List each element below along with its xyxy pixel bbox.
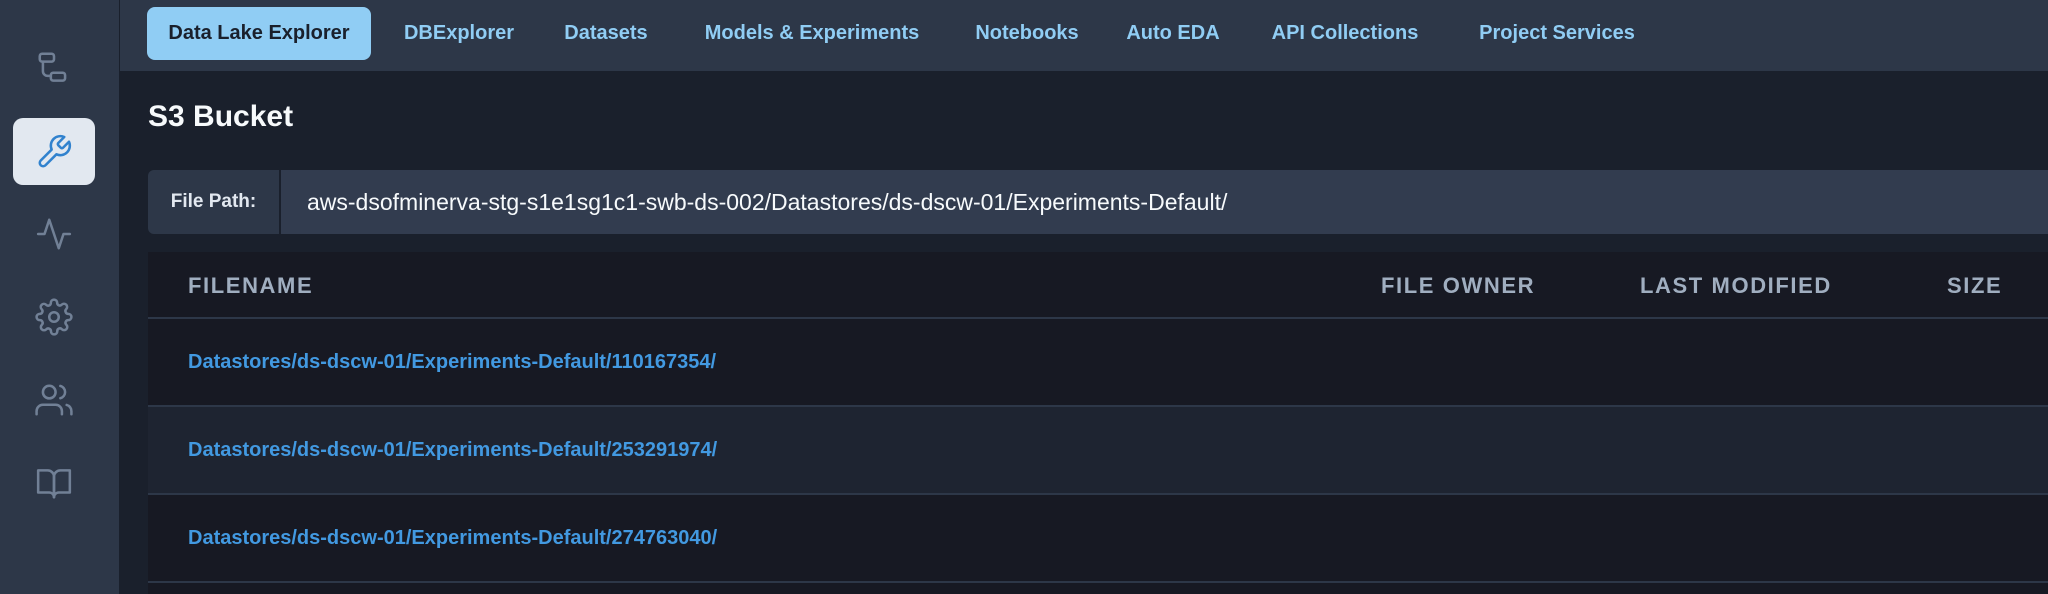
gear-icon [35, 297, 73, 336]
file-table: FILENAME FILE OWNER LAST MODIFIED SIZE D… [148, 252, 2048, 594]
main-content: S3 Bucket File Path: aws-dsofminerva-stg… [120, 72, 2048, 594]
file-path-label: File Path: [148, 170, 279, 234]
table-row[interactable]: Datastores/ds-dscw-01/Experiments-Defaul… [148, 407, 2048, 495]
tab-dbexplorer[interactable]: DBExplorer [388, 7, 530, 60]
app-window: Data Lake Explorer DBExplorer Datasets M… [0, 0, 2048, 594]
table-row[interactable]: Datastores/ds-dscw-01/Experiments-Defaul… [148, 495, 2048, 583]
tab-data-lake-explorer[interactable]: Data Lake Explorer [147, 7, 371, 60]
filename-link[interactable]: Datastores/ds-dscw-01/Experiments-Defaul… [188, 439, 717, 462]
column-header-filename[interactable]: FILENAME [188, 252, 313, 319]
rail-item-docs[interactable] [13, 449, 95, 516]
activity-icon [36, 217, 72, 250]
file-path-field[interactable]: aws-dsofminerva-stg-s1e1sg1c1-swb-ds-002… [281, 170, 2048, 234]
tab-notebooks[interactable]: Notebooks [956, 7, 1098, 60]
column-header-file-owner[interactable]: FILE OWNER [1381, 252, 1535, 319]
users-icon [35, 383, 73, 416]
rail-item-users[interactable] [13, 366, 95, 433]
rail-item-tools[interactable] [13, 118, 95, 185]
tab-auto-eda[interactable]: Auto EDA [1111, 7, 1235, 60]
rail-item-workflow[interactable] [13, 34, 95, 101]
filename-link[interactable]: Datastores/ds-dscw-01/Experiments-Defaul… [188, 351, 716, 374]
tab-models-experiments[interactable]: Models & Experiments [681, 7, 943, 60]
rail-item-activity[interactable] [13, 200, 95, 267]
column-header-last-modified[interactable]: LAST MODIFIED [1640, 252, 1832, 319]
rail-item-settings[interactable] [13, 283, 95, 350]
tab-api-collections[interactable]: API Collections [1248, 7, 1442, 60]
page-title: S3 Bucket [148, 100, 294, 133]
tab-datasets[interactable]: Datasets [544, 7, 668, 60]
workflow-icon [38, 51, 67, 82]
book-icon [36, 468, 72, 499]
table-header: FILENAME FILE OWNER LAST MODIFIED SIZE [148, 252, 2048, 319]
file-path-group: File Path: aws-dsofminerva-stg-s1e1sg1c1… [148, 170, 2048, 234]
table-row[interactable]: Datastores/ds-dscw-01/Experiments-Defaul… [148, 319, 2048, 407]
wrench-icon [38, 134, 72, 167]
sidebar-rail [0, 0, 120, 594]
filename-link[interactable]: Datastores/ds-dscw-01/Experiments-Defaul… [188, 527, 717, 550]
tab-project-services[interactable]: Project Services [1455, 7, 1659, 60]
top-nav: Data Lake Explorer DBExplorer Datasets M… [120, 0, 2048, 72]
column-header-size[interactable]: SIZE [1947, 252, 2002, 319]
